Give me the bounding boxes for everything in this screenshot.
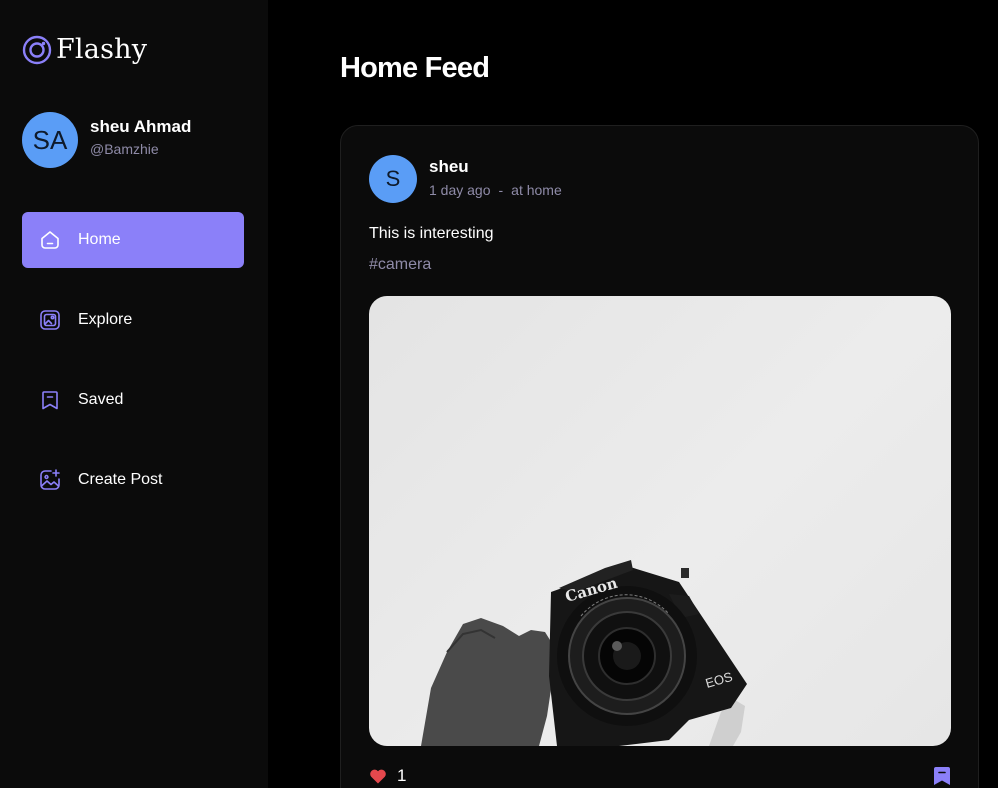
bookmark-icon[interactable] [933,766,951,786]
like-count: 1 [397,766,407,785]
sidebar-item-label: Create Post [78,471,163,488]
post-hashtag[interactable]: #camera [369,256,431,274]
post-time: 1 day ago [429,181,491,198]
avatar[interactable]: S [369,155,417,203]
post-text: This is interesting [369,225,494,242]
profile-meta: sheu Ahmad @Bamzhie [90,117,191,157]
sidebar-item-explore[interactable]: Explore [22,292,244,348]
app-logo[interactable]: Flashy [22,34,147,65]
post-separator: - [498,181,504,198]
post-actions: 1 [369,766,951,786]
post-subline: 1 day ago - at home [429,182,562,198]
sidebar-item-label: Explore [78,311,133,328]
like-button[interactable]: 1 [369,766,406,786]
logo-icon [22,35,52,64]
user-handle: @Bamzhie [90,141,159,157]
sidebar: Flashy SA sheu Ahmad @Bamzhie Home Explo… [0,0,268,788]
post-meta: sheu 1 day ago - at home [429,157,562,198]
page-title: Home Feed [340,52,490,84]
sidebar-item-home[interactable]: Home [22,212,244,268]
camera-photo: Canon EOS [421,560,747,746]
post-author[interactable]: sheu [429,157,562,177]
bookmark-icon [38,388,62,412]
home-icon [38,228,62,252]
image-gallery-icon [38,308,62,332]
user-profile[interactable]: SA sheu Ahmad @Bamzhie [22,112,191,168]
sidebar-item-label: Home [78,231,121,248]
post-card: S sheu 1 day ago - at home This is interes… [340,125,979,788]
sidebar-item-create-post[interactable]: Create Post [22,452,244,508]
image-add-icon [38,468,62,492]
user-name: sheu Ahmad [90,117,192,136]
app-name: Flashy [56,34,148,65]
avatar[interactable]: SA [22,112,78,168]
post-header: S sheu 1 day ago - at home [369,155,562,203]
post-image[interactable]: Canon EOS [369,296,951,746]
heart-icon [370,769,386,784]
sidebar-nav: Home Explore Saved Create Post [22,212,244,532]
sidebar-item-label: Saved [78,391,124,408]
post-location: at home [511,181,562,198]
sidebar-item-saved[interactable]: Saved [22,372,244,428]
